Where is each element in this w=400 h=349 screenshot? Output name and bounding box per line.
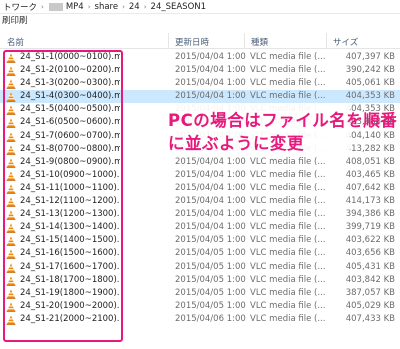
file-date: 2015/04/04 1:00 — [175, 156, 246, 167]
breadcrumb-item-mp4[interactable]: MP4 — [63, 2, 87, 12]
file-size: 405,029 KB — [345, 300, 395, 311]
file-size: 408,051 KB — [345, 156, 395, 167]
file-size: 405,061 KB — [345, 78, 395, 89]
file-size: 407,397 KB — [345, 52, 395, 62]
file-type: VLC media file (.... — [250, 235, 325, 246]
file-size: 394,386 KB — [345, 209, 395, 220]
file-type: VLC media file (.... — [250, 156, 325, 167]
file-date: 2015/04/05 1:00 — [175, 274, 246, 285]
column-name[interactable]: 名前 — [7, 36, 24, 48]
file-type: VLC media file (.... — [250, 248, 325, 259]
file-date: 2015/04/04 1:00 — [175, 78, 246, 89]
annotation-callout-line1: PCの場合はファイル名を順番 — [168, 111, 398, 130]
file-type: VLC media file (.... — [250, 78, 325, 89]
highlight-box — [3, 50, 123, 342]
file-date: 2015/04/04 1:00 — [175, 182, 246, 193]
redacted-segment — [48, 2, 63, 11]
column-divider[interactable] — [168, 33, 169, 48]
toolbar: 刷印刷 — [0, 14, 400, 26]
file-size: 407,642 KB — [345, 182, 395, 193]
column-size[interactable]: サイズ — [333, 36, 358, 48]
file-size: 404,353 KB — [345, 91, 395, 102]
file-size: 399,719 KB — [345, 222, 395, 233]
file-date: 2015/04/04 1:00 — [175, 65, 246, 76]
file-type: VLC media file (.... — [250, 261, 325, 272]
breadcrumb-item-season1[interactable]: 24_SEASON1 — [148, 2, 210, 12]
column-divider[interactable] — [244, 33, 245, 48]
file-type: VLC media file (.... — [250, 222, 325, 233]
file-date: 2015/04/05 1:00 — [175, 235, 246, 246]
file-size: 407,433 KB — [345, 313, 395, 324]
breadcrumb: トワーク › MP4 › share › 24 › 24_SEASON1 — [0, 0, 400, 14]
file-type: VLC media file (.... — [250, 313, 325, 324]
file-type: VLC media file (.... — [250, 196, 325, 207]
breadcrumb-root[interactable]: トワーク — [0, 1, 40, 13]
file-date: 2015/04/05 1:00 — [175, 261, 246, 272]
breadcrumb-item-share[interactable]: share — [92, 2, 122, 12]
file-type: VLC media file (.... — [250, 182, 325, 193]
file-date: 2015/04/05 1:00 — [175, 300, 246, 311]
file-type: VLC media file (.... — [250, 274, 325, 285]
file-type: VLC media file (.... — [250, 52, 325, 62]
file-type: VLC media file (.... — [250, 91, 325, 102]
file-date: 2015/04/04 1:00 — [175, 209, 246, 220]
file-size: 405,431 KB — [345, 261, 395, 272]
file-date: 2015/04/04 1:00 — [175, 196, 246, 207]
file-size: 403,842 KB — [345, 274, 395, 285]
file-size: 387,057 KB — [345, 287, 395, 298]
column-date[interactable]: 更新日時 — [175, 36, 209, 48]
annotation-callout-line2: に並ぶように変更 — [168, 134, 304, 153]
print-label[interactable]: 刷印刷 — [0, 14, 28, 26]
breadcrumb-item-24[interactable]: 24 — [126, 2, 143, 12]
file-date: 2015/04/05 1:00 — [175, 287, 246, 298]
column-type[interactable]: 種類 — [251, 36, 268, 48]
file-size: 414,173 KB — [345, 196, 395, 207]
file-date: 2015/04/04 1:00 — [175, 169, 246, 180]
column-divider[interactable] — [326, 33, 327, 48]
file-size: 390,242 KB — [345, 65, 395, 76]
file-date: 2015/04/04 1:00 — [175, 91, 246, 102]
file-type: VLC media file (.... — [250, 65, 325, 76]
file-type: VLC media file (.... — [250, 169, 325, 180]
file-type: VLC media file (.... — [250, 287, 325, 298]
file-size: 403,656 KB — [345, 248, 395, 259]
file-size: 403,622 KB — [345, 235, 395, 246]
chevron-right-icon: › — [41, 2, 44, 11]
file-size: 403,465 KB — [345, 169, 395, 180]
column-header: 名前 更新日時 種類 サイズ — [0, 33, 400, 49]
file-date: 2015/04/06 1:00 — [175, 313, 246, 324]
file-type: VLC media file (.... — [250, 209, 325, 220]
file-date: 2015/04/04 1:00 — [175, 222, 246, 233]
file-date: 2015/04/04 1:00 — [175, 52, 246, 62]
file-type: VLC media file (.... — [250, 300, 325, 311]
file-date: 2015/04/05 1:00 — [175, 248, 246, 259]
